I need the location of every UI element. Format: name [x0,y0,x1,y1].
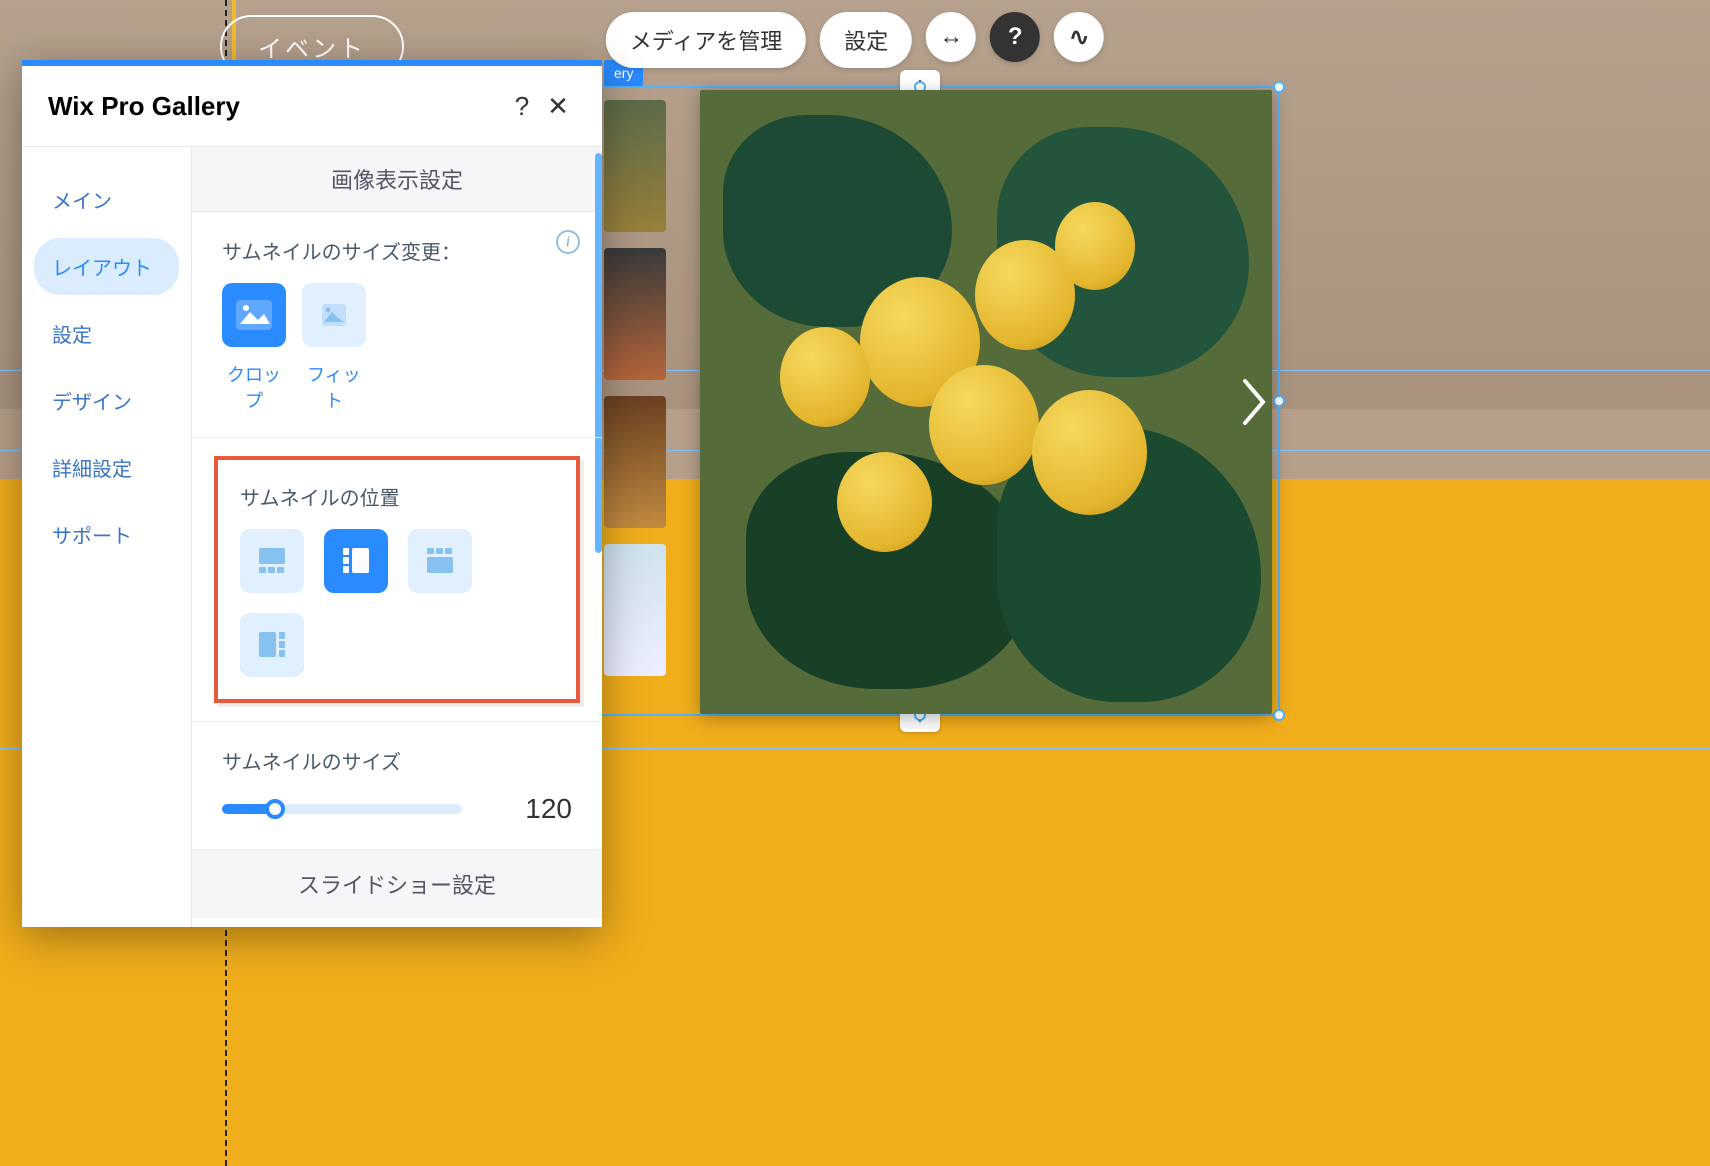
sidebar-item-layout[interactable]: レイアウト [34,238,179,295]
slideshow-settings-button[interactable]: スライドショー設定 [192,850,602,918]
gallery-thumb[interactable] [604,100,666,232]
settings-button[interactable]: 設定 [820,12,912,68]
sidebar-item-settings[interactable]: 設定 [34,305,179,362]
thumb-position-block: サムネイルの位置 [192,438,602,722]
sidebar-item-main[interactable]: メイン [34,171,179,228]
panel-help-icon[interactable]: ? [504,88,540,124]
thumb-pos-left-option[interactable] [324,529,388,593]
thumb-size-value: 120 [525,793,572,825]
animate-icon[interactable]: ∿ [1054,12,1104,62]
thumb-resize-fit-option[interactable] [302,283,366,347]
manage-media-button[interactable]: メディアを管理 [606,12,806,68]
thumb-pos-bottom-option[interactable] [240,529,304,593]
panel-close-icon[interactable]: ✕ [540,88,576,124]
thumb-resize-crop-option[interactable] [222,283,286,347]
gallery-main-image[interactable] [700,90,1272,714]
thumb-size-block: サムネイルのサイズ 120 [192,722,602,850]
sidebar-item-design[interactable]: デザイン [34,372,179,429]
thumb-pos-right-option[interactable] [240,613,304,677]
thumb-position-highlight: サムネイルの位置 [214,456,580,703]
sidebar-item-advanced[interactable]: 詳細設定 [34,439,179,496]
gallery-thumb[interactable] [604,544,666,676]
gallery-next-icon[interactable] [1234,362,1272,442]
panel-title: Wix Pro Gallery [48,91,240,122]
element-toolbar: メディアを管理 設定 ↔ ? ∿ [606,12,1104,68]
thumb-size-label: サムネイルのサイズ [222,746,572,775]
thumb-resize-block: i サムネイルのサイズ変更： クロップ フィット [192,212,602,438]
stretch-icon[interactable]: ↔ [926,12,976,62]
sidebar-item-support[interactable]: サポート [34,506,179,563]
section-header: 画像表示設定 [192,147,602,212]
gallery-thumb[interactable] [604,248,666,380]
thumb-resize-label: サムネイルのサイズ変更： [222,236,572,265]
thumb-position-label: サムネイルの位置 [240,482,554,511]
thumb-pos-top-option[interactable] [408,529,472,593]
gallery-thumb-column [604,100,666,676]
thumb-size-slider[interactable] [222,804,462,814]
gallery-settings-panel: Wix Pro Gallery ? ✕ メイン レイアウト 設定 デザイン 詳細… [22,60,602,927]
panel-sidebar: メイン レイアウト 設定 デザイン 詳細設定 サポート [22,147,192,927]
info-icon[interactable]: i [556,230,580,254]
thumb-resize-crop-label: クロップ [222,361,286,413]
help-icon[interactable]: ? [990,12,1040,62]
gallery-thumb[interactable] [604,396,666,528]
thumb-resize-fit-label: フィット [302,361,366,413]
